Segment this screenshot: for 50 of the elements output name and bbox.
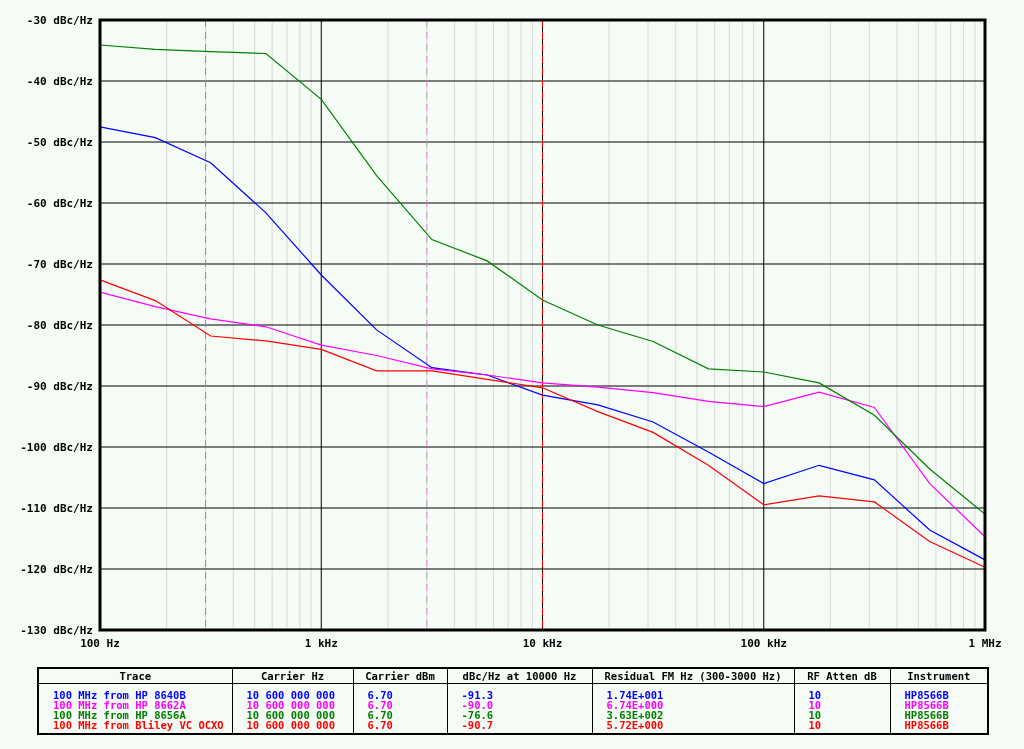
y-tick-label: -130 dBc/Hz [20,624,93,637]
table-cell: 3.63E+002 [592,710,794,720]
table-cell: HP8566B [890,710,988,720]
column-header: Carrier Hz [232,668,353,684]
x-tick-label: 100 kHz [740,637,787,650]
column-header: Residual FM Hz (300-3000 Hz) [592,668,794,684]
y-tick-label: -30 dBc/Hz [26,14,93,27]
y-tick-label: -40 dBc/Hz [26,75,93,88]
table-cell: 10 [794,710,890,720]
table-cell: 100 MHz from HP 8662A [38,700,232,710]
table-cell: 10 600 000 000 [232,710,353,720]
table-cell: 6.70 [353,710,447,720]
y-tick-label: -50 dBc/Hz [26,136,93,149]
y-tick-label: -90 dBc/Hz [26,380,93,393]
table-cell: 10 600 000 000 [232,683,353,700]
table-cell: -90.0 [447,700,592,710]
table-cell: 100 MHz from HP 8656A [38,710,232,720]
y-tick-label: -60 dBc/Hz [26,197,93,210]
column-header: Trace [38,668,232,684]
table-cell: -90.7 [447,720,592,734]
table-cell: 10 [794,683,890,700]
x-tick-label: 100 Hz [80,637,120,650]
table-cell: 6.70 [353,720,447,734]
table-cell: 6.70 [353,683,447,700]
y-tick-label: -120 dBc/Hz [20,563,93,576]
table-cell: HP8566B [890,683,988,700]
table-cell: 10 [794,720,890,734]
column-header: dBc/Hz at 10000 Hz [447,668,592,684]
column-header: Carrier dBm [353,668,447,684]
table-cell: 10 [794,700,890,710]
y-tick-label: -100 dBc/Hz [20,441,93,454]
y-tick-label: -110 dBc/Hz [20,502,93,515]
column-header: RF Atten dB [794,668,890,684]
x-tick-label: 1 MHz [968,637,1002,650]
table-cell: 5.72E+000 [592,720,794,734]
table-cell: 6.74E+000 [592,700,794,710]
table-cell: 6.70 [353,700,447,710]
table-cell: 10 600 000 000 [232,700,353,710]
table-cell: -76.6 [447,710,592,720]
table-cell: HP8566B [890,720,988,734]
y-tick-label: -80 dBc/Hz [26,319,93,332]
table-cell: -91.3 [447,683,592,700]
x-tick-label: 1 kHz [304,637,338,650]
table-cell: HP8566B [890,700,988,710]
y-tick-label: -70 dBc/Hz [26,258,93,271]
table-cell: 1.74E+001 [592,683,794,700]
table-cell: 10 600 000 000 [232,720,353,734]
x-tick-label: 10 kHz [522,637,563,650]
table-cell: 100 MHz from HP 8640B [38,683,232,700]
table-cell: 100 MHz from Bliley VC OCXO [38,720,232,734]
